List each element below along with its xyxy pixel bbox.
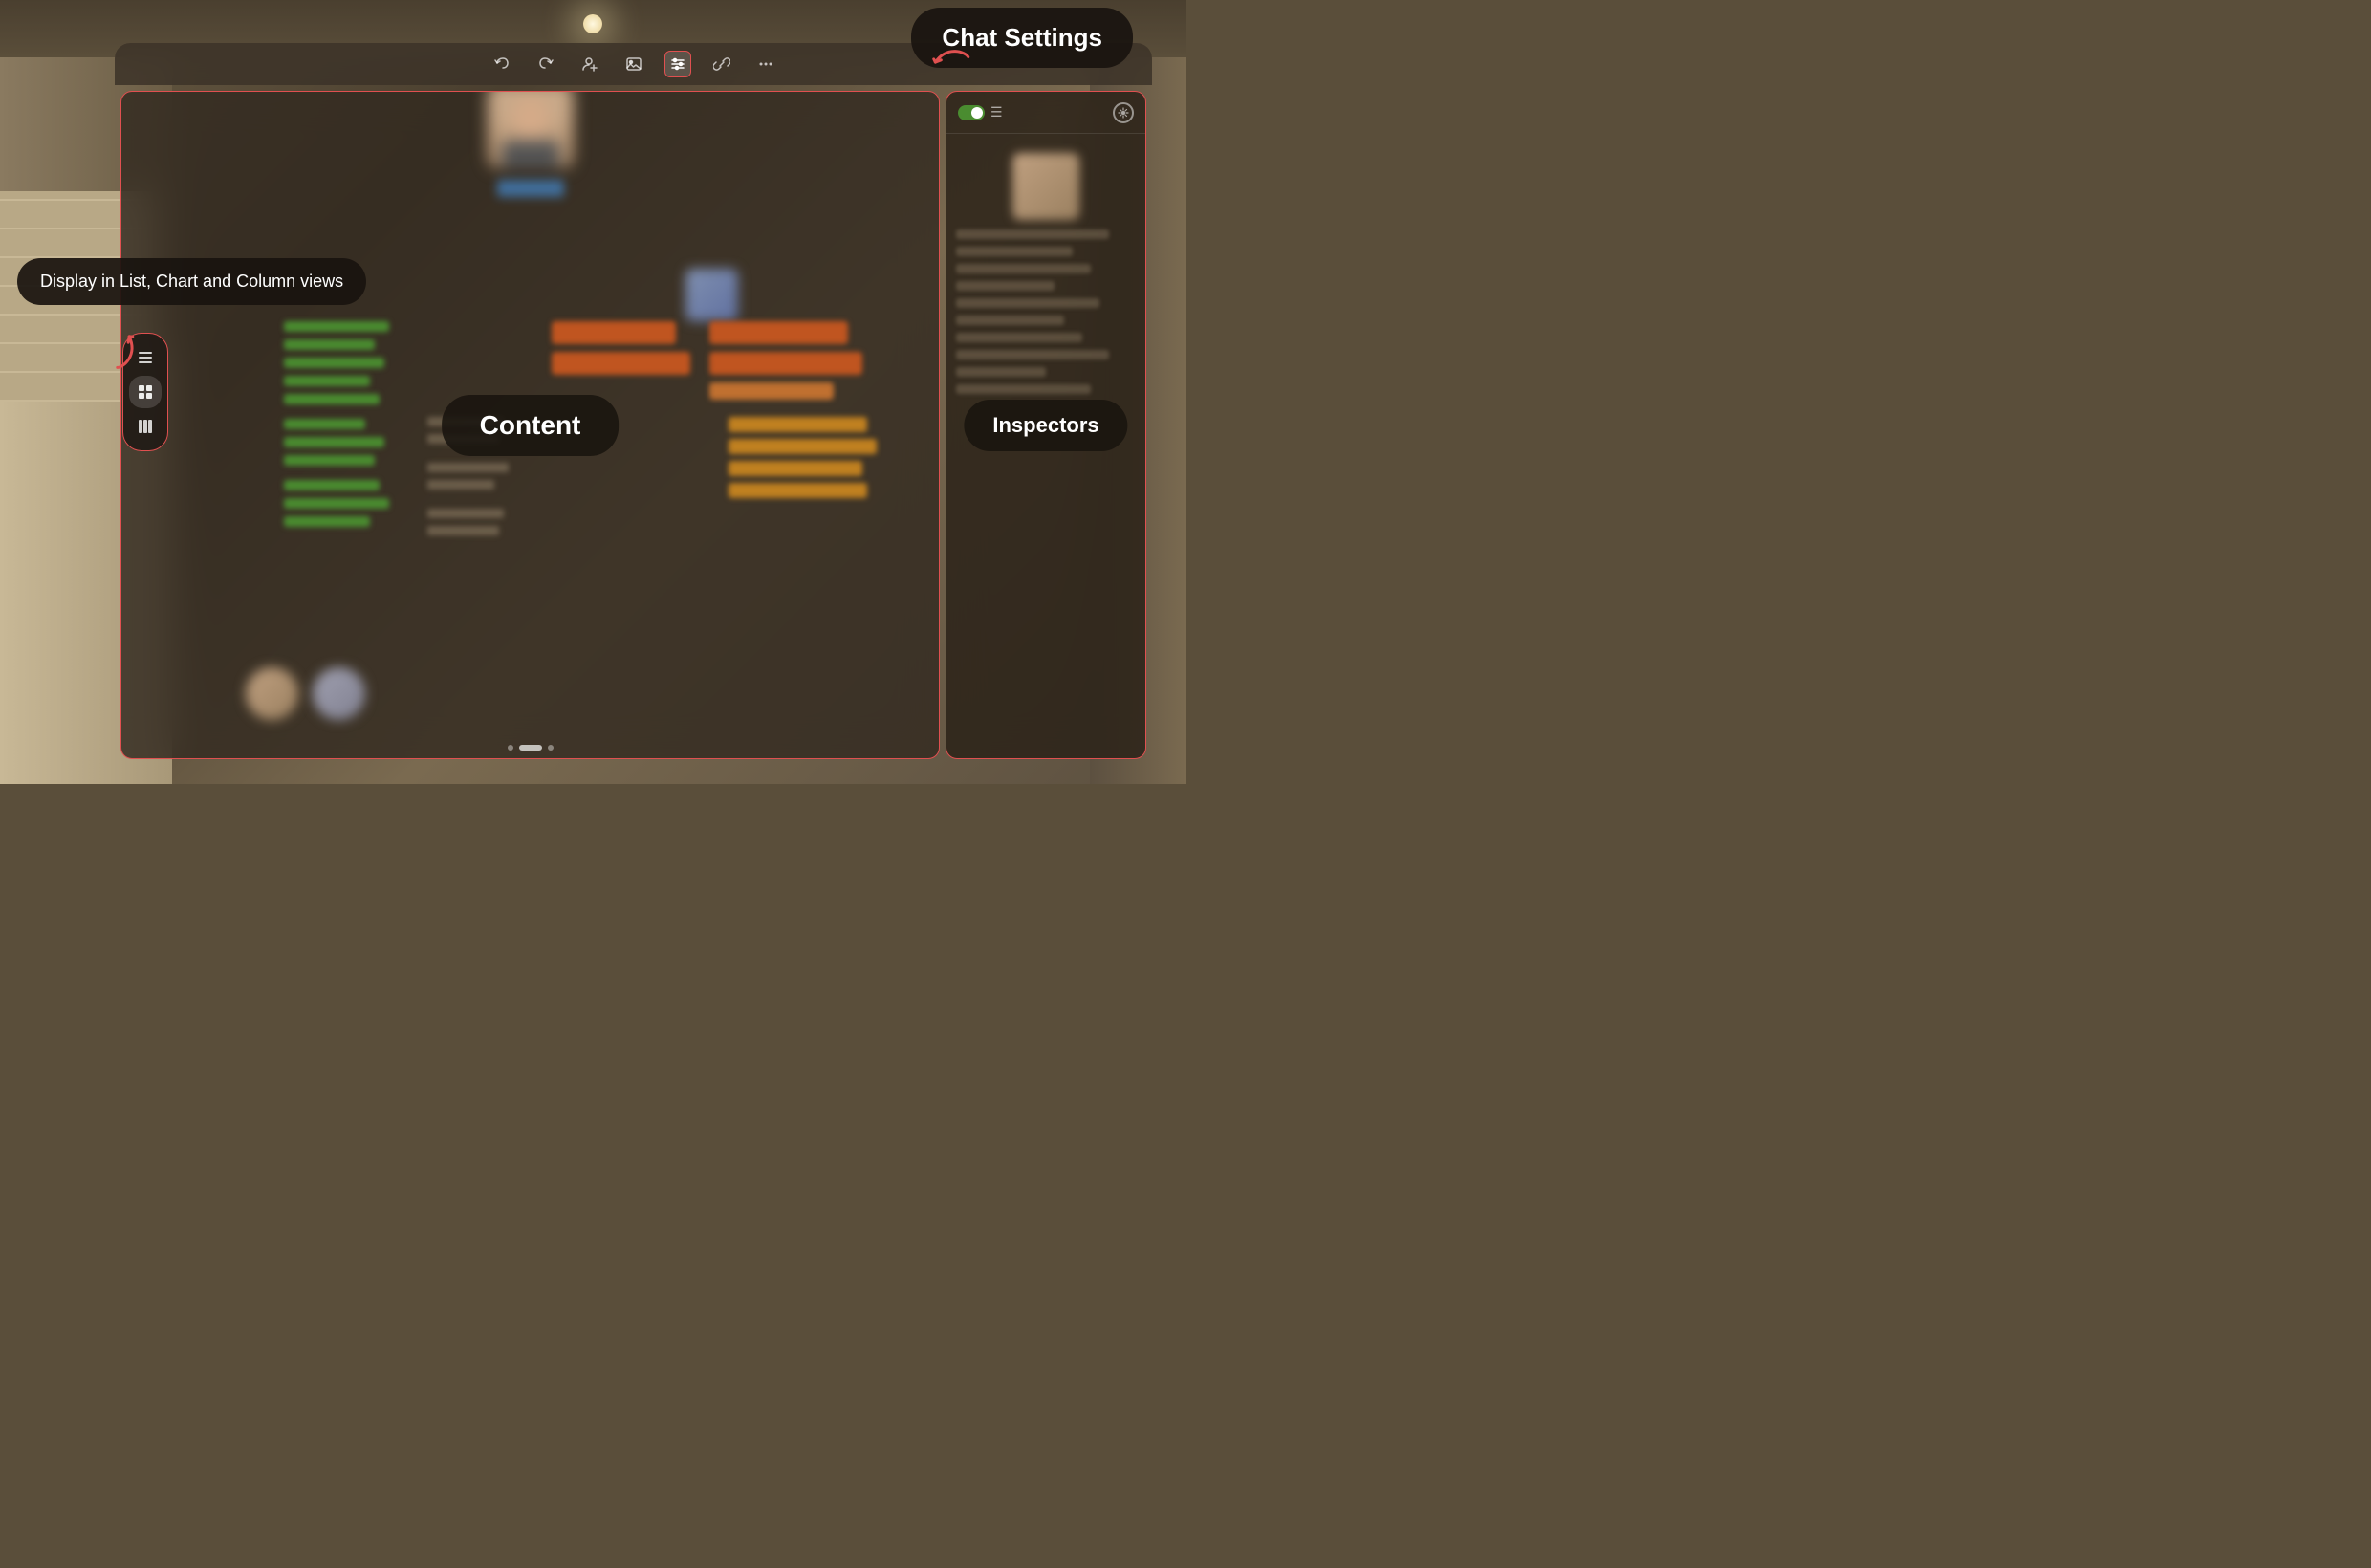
column-view-btn[interactable] xyxy=(129,410,162,443)
insert-image-button[interactable] xyxy=(620,51,647,77)
page-indicator xyxy=(508,745,554,751)
inspectors-text: Inspectors xyxy=(992,413,1098,437)
link-button[interactable] xyxy=(708,51,735,77)
amber-nodes xyxy=(729,417,877,505)
inspectors-label: Inspectors xyxy=(964,400,1127,451)
orange-nodes-top xyxy=(709,321,862,407)
indicator-dot-1 xyxy=(508,745,513,751)
chart-view-btn[interactable] xyxy=(129,376,162,408)
chat-settings-button[interactable] xyxy=(664,51,691,77)
redo-button[interactable] xyxy=(533,51,559,77)
top-avatar xyxy=(488,91,574,168)
inspector-content xyxy=(946,134,1145,411)
content-panel: Content xyxy=(120,91,940,759)
inspector-avatar xyxy=(1012,153,1079,220)
inspectors-toolbar: ☰ xyxy=(946,92,1145,134)
bottom-avatar-2 xyxy=(313,667,365,720)
more-button[interactable] xyxy=(752,51,779,77)
blue-tag xyxy=(497,180,564,197)
indicator-dot-3 xyxy=(548,745,554,751)
inspectors-panel: ☰ xyxy=(946,91,1146,759)
green-nodes-left xyxy=(284,321,389,534)
content-text: Content xyxy=(480,410,581,440)
indicator-dot-2 xyxy=(519,745,542,751)
inspector-gear-button[interactable] xyxy=(1113,102,1134,123)
ceiling-light xyxy=(583,14,602,33)
content-label: Content xyxy=(442,395,620,456)
inspector-toggle[interactable]: ☰ xyxy=(958,104,1003,120)
avatar-node-right xyxy=(685,269,738,321)
bottom-avatar-1 xyxy=(246,667,298,720)
undo-button[interactable] xyxy=(489,51,515,77)
main-area: Content ☰ xyxy=(115,85,1152,765)
orange-nodes-mid xyxy=(552,321,690,382)
list-icon: ☰ xyxy=(990,104,1003,120)
display-views-tooltip: Display in List, Chart and Column views xyxy=(17,258,366,305)
add-person-button[interactable] xyxy=(576,51,603,77)
display-views-label: Display in List, Chart and Column views xyxy=(40,272,343,291)
app-window: Content ☰ xyxy=(115,43,1152,765)
toggle-switch[interactable] xyxy=(958,105,985,120)
